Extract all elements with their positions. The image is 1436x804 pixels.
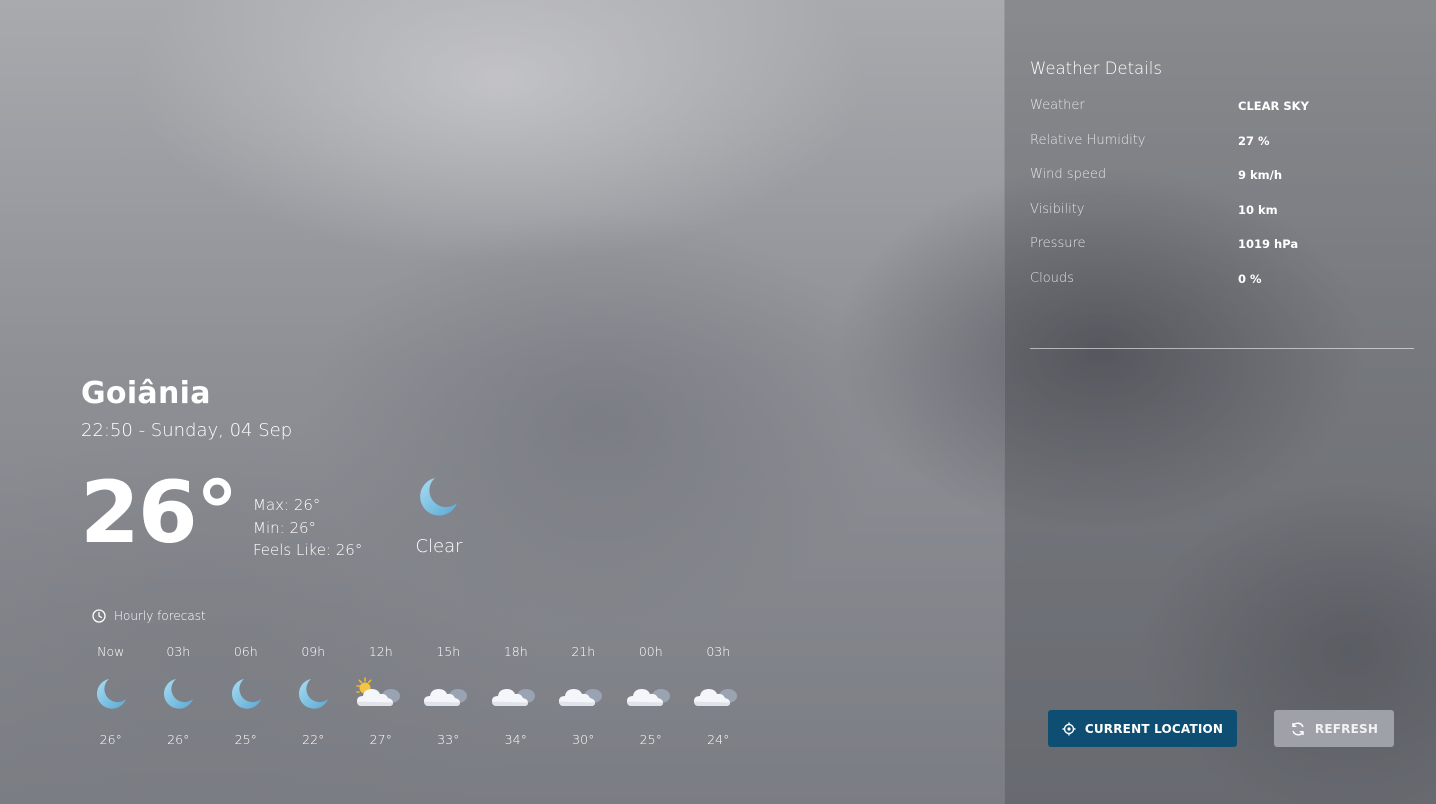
detail-row: Wind speed 9 km/h — [1030, 167, 1410, 187]
cloud-icon — [424, 689, 468, 706]
cloud-icon — [491, 689, 535, 706]
hourly-icon-wrap — [353, 674, 409, 714]
detail-label: Clouds — [1030, 271, 1074, 286]
hourly-time: 18h — [503, 644, 528, 659]
temperature-range: Max: 26° Min: 26° Feels Like: 26° — [253, 494, 362, 562]
hourly-item: 00h 25° — [617, 642, 685, 747]
hourly-icon-wrap — [690, 674, 746, 714]
hourly-forecast-list: Now 26° 03h 26° 06h 25° 09h 22° 12h 27° 15h 3… — [77, 642, 752, 747]
moon-icon — [231, 679, 261, 709]
refresh-button[interactable]: REFRESH — [1274, 710, 1394, 747]
hourly-item: 15h 33° — [415, 642, 483, 747]
hourly-time: 06h — [233, 644, 258, 659]
hourly-icon-wrap — [218, 674, 274, 714]
city-name: Goiânia — [81, 376, 211, 411]
hourly-icon-wrap — [623, 674, 679, 714]
moon-icon — [96, 679, 126, 709]
hourly-temp: 26° — [167, 732, 190, 747]
refresh-icon — [1292, 722, 1304, 735]
hourly-temp: 25° — [639, 732, 662, 747]
hourly-item: 21h 30° — [550, 642, 618, 747]
hourly-item: 03h 24° — [685, 642, 753, 747]
detail-row: Relative Humidity 27 % — [1030, 133, 1410, 153]
cloud-icon — [626, 689, 670, 706]
detail-value: 1019 hPa — [1238, 237, 1299, 251]
hourly-temp: 26° — [99, 732, 122, 747]
min-temperature: Min: 26° — [253, 518, 317, 537]
hourly-temp: 25° — [234, 732, 257, 747]
hourly-temp: 22° — [302, 732, 325, 747]
details-title: Weather Details — [1030, 59, 1162, 78]
detail-row: Clouds 0 % — [1030, 271, 1410, 291]
hourly-item: 12h 27° — [347, 642, 415, 747]
hourly-icon-wrap — [555, 674, 611, 714]
moon-icon — [299, 679, 329, 709]
current-location-label: CURRENT LOCATION — [1084, 721, 1224, 736]
refresh-label: REFRESH — [1314, 721, 1379, 736]
hourly-item: 06h 25° — [212, 642, 280, 747]
detail-row: Weather CLEAR SKY — [1030, 98, 1410, 118]
hourly-temp: 27° — [369, 732, 392, 747]
detail-row: Pressure 1019 hPa — [1030, 236, 1410, 256]
clock-icon — [92, 609, 106, 623]
condition-label: Clear — [415, 536, 463, 557]
detail-value: 10 km — [1238, 203, 1278, 217]
hourly-forecast-header: Hourly forecast — [92, 609, 206, 623]
hourly-time: 00h — [638, 644, 663, 659]
hourly-time: 09h — [301, 644, 326, 659]
hourly-icon-wrap — [83, 674, 139, 714]
hourly-icon-wrap — [150, 674, 206, 714]
hourly-time: 12h — [368, 644, 393, 659]
detail-value: 27 % — [1238, 134, 1270, 148]
detail-label: Pressure — [1030, 236, 1086, 251]
hourly-item: 18h 34° — [482, 642, 550, 747]
hourly-item: 09h 22° — [280, 642, 348, 747]
current-location-button[interactable]: CURRENT LOCATION — [1048, 710, 1237, 747]
detail-label: Relative Humidity — [1030, 133, 1146, 148]
hourly-time: 03h — [166, 644, 191, 659]
detail-label: Wind speed — [1030, 167, 1107, 182]
hourly-temp: 24° — [707, 732, 730, 747]
hourly-temp: 34° — [504, 732, 527, 747]
current-datetime: 22:50 - Sunday, 04 Sep — [81, 420, 293, 441]
detail-value: 0 % — [1238, 272, 1262, 286]
hourly-icon-wrap — [285, 674, 341, 714]
moon-icon — [420, 478, 457, 516]
hourly-time: 21h — [571, 644, 596, 659]
detail-value: CLEAR SKY — [1238, 99, 1309, 113]
moon-icon — [164, 679, 194, 709]
hourly-temp: 30° — [572, 732, 595, 747]
hourly-icon-wrap — [420, 674, 476, 714]
detail-label: Weather — [1030, 98, 1085, 113]
hourly-time: 03h — [706, 644, 731, 659]
weather-details-panel: Weather Details Weather CLEAR SKY Relative… — [1004, 0, 1436, 804]
detail-label: Visibility — [1030, 202, 1085, 217]
cloud-icon — [559, 689, 603, 706]
current-temperature: 26° — [80, 463, 239, 563]
hourly-forecast-title: Hourly forecast — [114, 609, 206, 623]
sun-cloud-icon — [355, 677, 400, 706]
hourly-time: Now — [97, 644, 125, 659]
detail-value: 9 km/h — [1238, 168, 1283, 182]
feels-like-temperature: Feels Like: 26° — [253, 541, 363, 559]
max-temperature: Max: 26° — [253, 496, 321, 514]
hourly-item: Now 26° — [77, 642, 145, 747]
cloud-icon — [694, 689, 738, 706]
details-divider — [1030, 348, 1414, 349]
detail-row: Visibility 10 km — [1030, 202, 1410, 222]
hourly-icon-wrap — [488, 674, 544, 714]
hourly-temp: 33° — [437, 732, 460, 747]
hourly-time: 15h — [436, 644, 461, 659]
hourly-item: 03h 26° — [145, 642, 213, 747]
crosshair-icon — [1062, 722, 1076, 735]
